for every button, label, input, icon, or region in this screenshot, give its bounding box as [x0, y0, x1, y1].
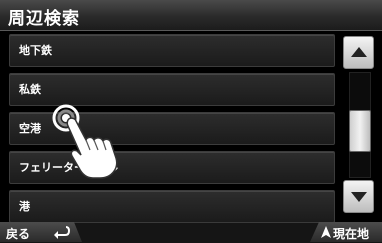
- list-item-subway[interactable]: 地下鉄: [9, 34, 335, 67]
- current-location-label: 現在地: [333, 227, 370, 241]
- list-item-label: 地下鉄: [19, 44, 52, 57]
- title-bar: 周辺検索: [0, 0, 382, 31]
- page-title: 周辺検索: [8, 9, 80, 29]
- list-item-label: 港: [19, 200, 30, 213]
- list-item-label: 空港: [19, 122, 41, 135]
- return-arrow-icon: [54, 226, 70, 239]
- pointing-hand-icon: [52, 104, 118, 179]
- scrollbar-thumb[interactable]: [349, 110, 371, 152]
- triangle-up-icon: [351, 47, 367, 57]
- scroll-up-button[interactable]: [343, 36, 374, 69]
- triangle-up-icon: [321, 226, 331, 238]
- scroll-down-button[interactable]: [343, 180, 374, 213]
- current-location-button[interactable]: 現在地: [310, 222, 382, 242]
- back-button-label: 戻る: [6, 227, 31, 241]
- list-item-port[interactable]: 港: [9, 190, 335, 223]
- triangle-down-icon: [351, 192, 367, 202]
- list-item-label: 私鉄: [19, 83, 41, 96]
- back-button[interactable]: 戻る: [0, 222, 82, 242]
